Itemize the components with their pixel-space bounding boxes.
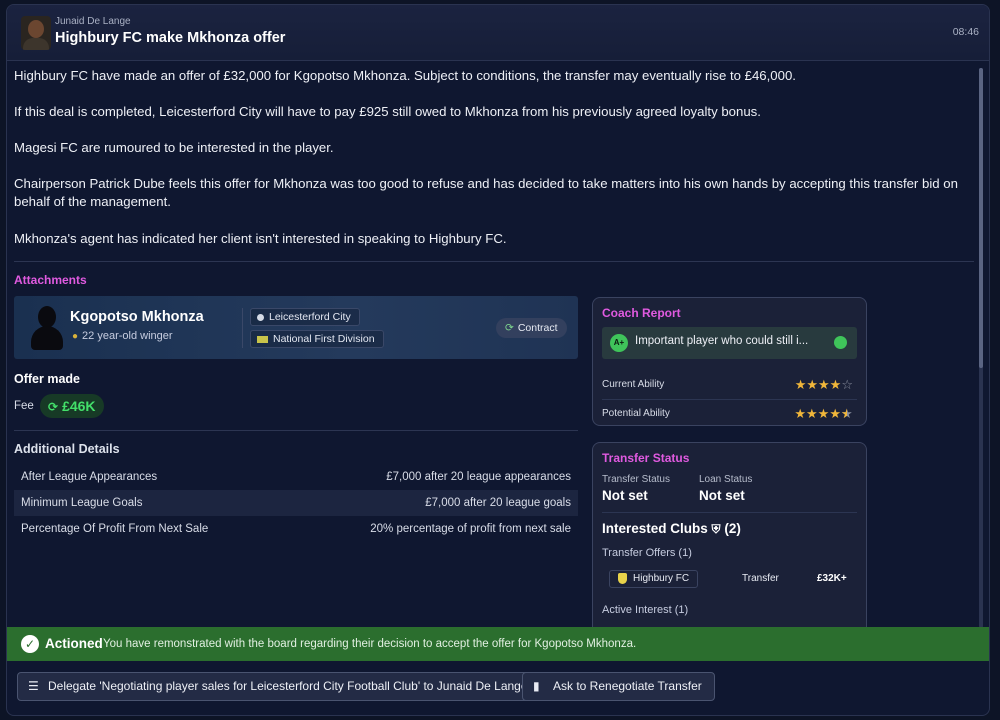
potential-ability-stars: ★★★★★★​ <box>794 406 853 421</box>
transfer-status-title: Transfer Status <box>602 451 690 465</box>
detail-label: Minimum League Goals <box>21 497 143 509</box>
club-crest-icon <box>618 572 627 584</box>
shield-icon: ⛨ <box>711 522 721 536</box>
football-icon <box>834 336 847 349</box>
delegate-button[interactable]: ☰ Delegate 'Negotiating player sales for … <box>17 672 541 701</box>
actioned-label: Actioned <box>45 636 103 651</box>
transfer-status-value[interactable]: Not set <box>602 488 648 503</box>
interested-clubs-heading: Interested Clubs ⛨ (2) <box>602 521 741 536</box>
potential-ability-row: Potential Ability ★★★★★★​ <box>602 403 857 425</box>
refresh-icon: ⟳ <box>505 322 514 334</box>
inbox-message: Junaid De Lange Highbury FC make Mkhonza… <box>6 4 990 716</box>
grade-badge: A+ <box>610 334 628 352</box>
league-pill[interactable]: National First Division <box>250 330 384 348</box>
chat-icon: ▮ <box>533 679 540 693</box>
detail-row: After League Appearances £7,000 after 20… <box>14 464 578 490</box>
current-ability-stars: ★★★★☆ <box>794 377 853 392</box>
message-paragraph: Chairperson Patrick Dube feels this offe… <box>14 176 958 209</box>
transfer-offers-label: Transfer Offers (1) <box>602 547 692 559</box>
scrollbar[interactable] <box>979 68 983 628</box>
loan-status-value[interactable]: Not set <box>699 488 745 503</box>
detail-label: Percentage Of Profit From Next Sale <box>21 523 209 535</box>
detail-value: £7,000 after 20 league appearances <box>386 471 571 483</box>
offer-made-label: Offer made <box>14 372 80 386</box>
actioned-bar: ✓ Actioned You have remonstrated with th… <box>7 627 989 661</box>
offer-type: Transfer <box>742 573 779 584</box>
potential-ability-label: Potential Ability <box>602 408 670 419</box>
message-header: Junaid De Lange Highbury FC make Mkhonza… <box>7 5 989 61</box>
player-silhouette-icon <box>30 306 64 350</box>
actioned-text: You have remonstrated with the board reg… <box>103 638 637 650</box>
additional-details-label: Additional Details <box>14 442 120 456</box>
transfer-status-label: Transfer Status <box>602 474 670 485</box>
scrollbar-thumb[interactable] <box>979 68 983 368</box>
detail-value: £7,000 after 20 league goals <box>425 497 571 509</box>
divider <box>602 512 857 513</box>
offer-value: £32K+ <box>817 573 847 584</box>
divider <box>242 308 243 348</box>
person-list-icon: ☰ <box>28 679 39 693</box>
divider <box>14 261 974 262</box>
league-flag-icon <box>257 335 268 343</box>
coach-report-summary[interactable]: A+ Important player who could still i... <box>602 327 857 359</box>
club-badge-icon <box>257 313 264 321</box>
detail-row: Minimum League Goals £7,000 after 20 lea… <box>14 490 578 516</box>
divider <box>14 430 578 431</box>
renegotiate-button[interactable]: ▮ Ask to Renegotiate Transfer <box>522 672 715 701</box>
loan-status-label: Loan Status <box>699 474 753 485</box>
message-paragraph: If this deal is completed, Leicesterford… <box>14 104 761 119</box>
offer-club-pill[interactable]: Highbury FC <box>609 570 699 588</box>
transfer-status-panel[interactable]: Transfer Status Transfer Status Not set … <box>592 442 867 632</box>
refresh-icon: ⟳ <box>48 400 59 414</box>
sender-avatar[interactable] <box>21 16 51 50</box>
coach-report-text: Important player who could still i... <box>635 335 809 347</box>
position-icon: ● <box>72 331 79 342</box>
message-time: 08:46 <box>952 26 979 38</box>
message-title: Highbury FC make Mkhonza offer <box>55 30 286 46</box>
player-card[interactable]: Kgopotso Mkhonza ● 22 year-old winger Lei… <box>14 296 578 359</box>
player-meta: ● 22 year-old winger <box>72 330 173 342</box>
detail-label: After League Appearances <box>21 471 158 483</box>
sender-name[interactable]: Junaid De Lange <box>55 16 131 27</box>
check-icon: ✓ <box>21 635 39 653</box>
message-paragraph: Mkhonza's agent has indicated her client… <box>14 231 507 246</box>
current-ability-label: Current Ability <box>602 379 665 390</box>
club-pill[interactable]: Leicesterford City <box>250 308 360 326</box>
message-paragraph: Magesi FC are rumoured to be interested … <box>14 140 334 155</box>
contract-button[interactable]: ⟳ Contract <box>496 318 567 338</box>
detail-row: Percentage Of Profit From Next Sale 20% … <box>14 516 578 542</box>
coach-report-panel[interactable]: Coach Report A+ Important player who cou… <box>592 297 867 426</box>
coach-report-title: Coach Report <box>602 306 681 320</box>
detail-value: 20% percentage of profit from next sale <box>370 523 571 535</box>
divider <box>602 399 857 400</box>
fee-value: ⟳ £46K <box>40 394 104 418</box>
current-ability-row: Current Ability ★★★★☆ <box>602 374 857 396</box>
attachments-label: Attachments <box>14 273 87 287</box>
message-paragraph: Highbury FC have made an offer of £32,00… <box>14 68 796 83</box>
player-name[interactable]: Kgopotso Mkhonza <box>70 309 204 325</box>
active-interest-label: Active Interest (1) <box>602 604 689 616</box>
fee-label: Fee <box>14 400 34 412</box>
